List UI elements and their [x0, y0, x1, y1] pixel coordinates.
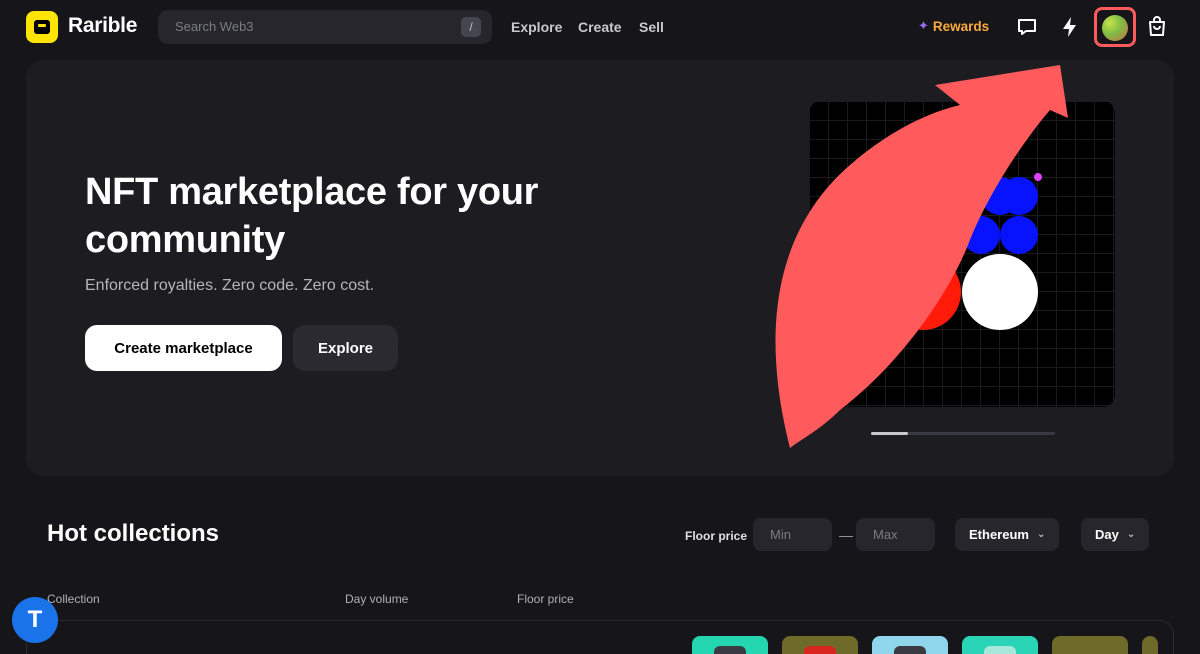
search-bar[interactable]: Search Web3 /	[158, 10, 492, 44]
collection-thumbnail[interactable]	[1142, 636, 1158, 654]
nav-sell[interactable]: Sell	[639, 19, 664, 35]
featured-nft-artwork[interactable]	[809, 101, 1115, 407]
period-select[interactable]: Day ⌄	[1081, 518, 1150, 551]
artwork-blue-circle	[1000, 216, 1038, 254]
artwork-red-circle	[885, 254, 961, 330]
column-header-day-volume[interactable]: Day volume	[345, 592, 408, 606]
collection-thumbnail[interactable]	[962, 636, 1038, 654]
rewards-label: Rewards	[932, 18, 990, 34]
chain-select-value: Ethereum	[969, 527, 1029, 542]
carousel-progress-fill	[871, 432, 908, 435]
artwork-pink-dot	[1034, 173, 1042, 181]
rarible-logo-icon[interactable]	[26, 11, 58, 43]
brand-name[interactable]: Rarible	[68, 14, 137, 38]
collection-thumbnail[interactable]	[1052, 636, 1128, 654]
artwork-white-circle	[962, 254, 1038, 330]
chevron-down-icon: ⌄	[1126, 529, 1136, 540]
rewards-link[interactable]: ✦ Rewards	[918, 18, 989, 34]
hero-banner: NFT marketplace for your community Enfor…	[26, 60, 1174, 476]
lightning-icon[interactable]	[1058, 15, 1082, 39]
column-header-floor-price[interactable]: Floor price	[517, 592, 574, 606]
search-placeholder: Search Web3	[175, 19, 254, 34]
cart-icon[interactable]	[1145, 15, 1169, 39]
chain-select[interactable]: Ethereum ⌄	[955, 518, 1060, 551]
floor-min-input[interactable]	[753, 518, 832, 551]
column-header-collection[interactable]: Collection	[47, 592, 100, 606]
create-marketplace-button[interactable]: Create marketplace	[85, 325, 282, 371]
artwork-green-circle	[885, 177, 961, 253]
help-widget-icon: T	[27, 606, 43, 633]
hot-collections-title: Hot collections	[47, 520, 220, 547]
nav-explore[interactable]: Explore	[511, 19, 562, 35]
help-widget-button[interactable]: T	[12, 597, 58, 643]
floor-max-input[interactable]	[856, 518, 935, 551]
chevron-down-icon: ⌄	[1036, 529, 1046, 540]
sparkle-icon: ✦	[918, 18, 929, 33]
artwork-blue-circle	[962, 216, 1000, 254]
carousel-progress-track[interactable]	[871, 432, 1055, 435]
range-separator: —	[839, 527, 853, 543]
collection-thumbnail[interactable]	[872, 636, 948, 654]
hero-title: NFT marketplace for your community	[85, 171, 539, 261]
collection-thumbnail[interactable]	[692, 636, 768, 654]
explore-button[interactable]: Explore	[293, 325, 398, 371]
profile-avatar-highlight[interactable]	[1094, 7, 1136, 47]
nav-create[interactable]: Create	[578, 19, 622, 35]
search-shortcut-badge: /	[461, 17, 481, 37]
period-select-value: Day	[1095, 527, 1119, 542]
top-header: Rarible Search Web3 / Explore Create Sel…	[0, 0, 1200, 54]
chat-icon[interactable]	[1015, 15, 1039, 39]
artwork-blue-circle	[1000, 177, 1038, 215]
collection-thumbnail[interactable]	[782, 636, 858, 654]
hero-subtitle: Enforced royalties. Zero code. Zero cost…	[85, 277, 375, 294]
floor-price-filter-label: Floor price	[685, 529, 748, 543]
avatar[interactable]	[1102, 15, 1128, 41]
